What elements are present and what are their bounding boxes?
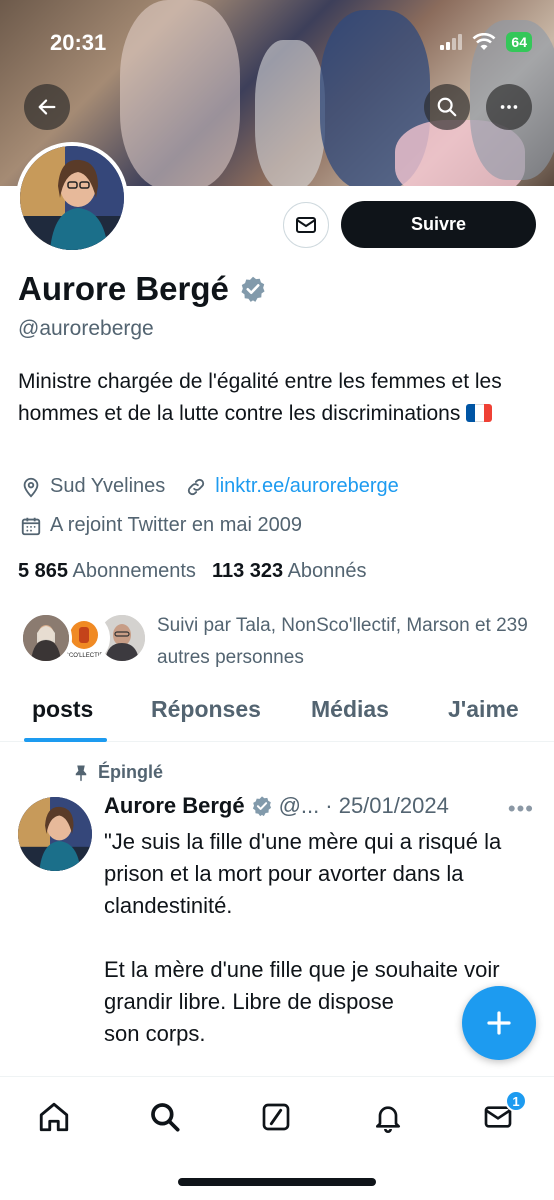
followed-by-text: Suivi par Tala, NonSco'llectif, Marson e… <box>157 615 528 668</box>
more-button[interactable] <box>486 84 532 130</box>
nav-search[interactable] <box>145 1097 185 1137</box>
joined-text: A rejoint Twitter en mai 2009 <box>50 514 302 536</box>
tab-replies[interactable]: Réponses <box>151 696 261 723</box>
svg-text:SCO'LLECTIF: SCO'LLECTIF <box>65 653 103 659</box>
tab-posts[interactable]: posts <box>32 696 93 723</box>
display-name: Aurore Bergé <box>18 270 267 308</box>
display-name-text: Aurore Bergé <box>18 270 229 307</box>
verified-icon <box>252 796 271 817</box>
calendar-icon <box>21 517 41 535</box>
compose-icon <box>262 1103 290 1131</box>
active-tab-indicator <box>24 738 107 742</box>
link-icon <box>188 478 205 495</box>
following-label: Abonnements <box>72 560 196 582</box>
compose-fab[interactable] <box>462 986 536 1060</box>
following-count: 5 865 <box>18 560 69 582</box>
search-button[interactable] <box>424 84 470 130</box>
status-icons: 64 <box>440 32 532 52</box>
followed-by[interactable]: SCO'LLECTIF Suivi par Tala, NonSco'llect… <box>20 610 540 670</box>
back-button[interactable] <box>24 84 70 130</box>
bell-icon <box>376 1106 400 1133</box>
bio: Ministre chargée de l'égalité entre les … <box>18 366 538 430</box>
post-handle: @... <box>278 793 320 818</box>
profile-avatar[interactable] <box>16 142 128 254</box>
bio-text: Ministre chargée de l'égalité entre les … <box>18 370 502 425</box>
following-stat[interactable]: 5 865 Abonnements <box>18 560 196 583</box>
location-text: Sud Yvelines <box>50 475 166 497</box>
back-arrow-icon <box>38 99 56 115</box>
search-icon <box>437 97 457 117</box>
profile-link[interactable]: linktr.ee/auroreberge <box>215 475 398 498</box>
nav-notifications[interactable] <box>368 1097 408 1137</box>
battery-indicator: 64 <box>506 32 532 52</box>
follower-avatar <box>20 612 72 664</box>
tab-media[interactable]: Médias <box>311 696 389 723</box>
home-indicator[interactable] <box>178 1178 376 1186</box>
status-time: 20:31 <box>50 30 107 55</box>
followers-label: Abonnés <box>287 560 367 582</box>
pin-icon <box>75 765 87 781</box>
nav-grok[interactable] <box>256 1097 296 1137</box>
french-flag-icon <box>466 404 493 422</box>
location-icon <box>23 477 39 497</box>
pinned-label: Épinglé <box>72 762 163 783</box>
pinned-text: Épinglé <box>98 762 164 782</box>
follow-stats: 5 865 Abonnements 113 323 Abonnés <box>18 560 367 583</box>
followers-count: 113 323 <box>211 560 284 582</box>
profile-tabs: posts Réponses Médias J'aime <box>0 686 554 742</box>
nav-home[interactable] <box>34 1097 74 1137</box>
post-author[interactable]: Aurore Bergé <box>104 793 245 819</box>
signal-icon <box>440 34 463 50</box>
more-icon <box>500 105 518 109</box>
followers-stat[interactable]: 113 323 Abonnés <box>212 560 367 583</box>
message-button[interactable] <box>283 202 329 248</box>
wifi-icon <box>473 33 496 50</box>
profile-meta-row: Sud Yvelines linktr.ee/auroreberge <box>20 475 399 498</box>
mail-icon <box>296 217 316 233</box>
messages-badge: 1 <box>505 1090 527 1112</box>
handle: @auroreberge <box>18 317 154 340</box>
follow-button[interactable]: Suivre <box>341 201 536 248</box>
post-more-button[interactable]: ••• <box>508 796 534 822</box>
joined-row: A rejoint Twitter en mai 2009 <box>20 514 302 537</box>
plus-icon <box>487 1011 511 1035</box>
home-icon <box>39 1102 69 1132</box>
verified-icon[interactable] <box>239 275 267 303</box>
post-date: · 25/01/2024 <box>325 793 449 818</box>
post-header: Aurore Bergé @... · 25/01/2024 <box>104 793 449 819</box>
post-avatar[interactable] <box>18 797 92 871</box>
search-icon <box>151 1103 180 1132</box>
tab-likes[interactable]: J'aime <box>448 696 519 723</box>
